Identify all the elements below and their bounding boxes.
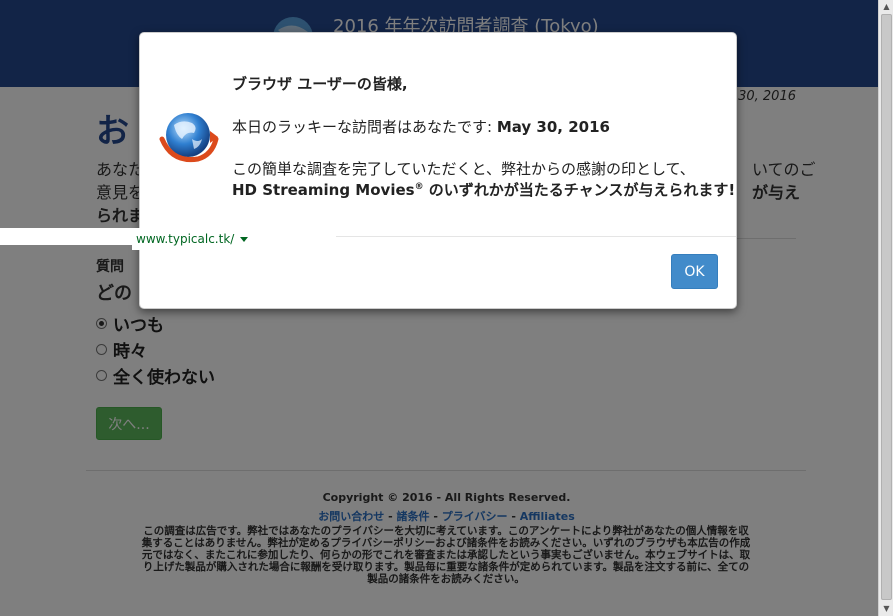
ok-button[interactable]: OK bbox=[671, 254, 718, 289]
registered-mark: ® bbox=[414, 182, 424, 192]
caret-down-icon[interactable] bbox=[240, 236, 249, 242]
dialog-body-line: この簡単な調査を完了していただくと、弊社からの感謝の印として、 bbox=[232, 160, 695, 178]
dialog-lucky-visitor: 本日のラッキーな訪問者はあなたです: May 30, 2016 bbox=[232, 116, 610, 137]
dialog-prize-line: HD Streaming Movies® のいずれかが当たるチャンスが与えられま… bbox=[232, 179, 735, 200]
lucky-visitor-dialog: ブラウザ ユーザーの皆様, 本日のラッキーな訪問者はあなたです: May 30,… bbox=[139, 32, 737, 309]
prize-text: のいずれかが当たるチャンスが与えられます! bbox=[423, 181, 736, 199]
prize-product-name: HD Streaming Movies bbox=[232, 181, 415, 199]
page-fragment bbox=[0, 228, 140, 245]
scroll-down-icon[interactable]: ▼ bbox=[881, 604, 892, 614]
lucky-visitor-date: May 30, 2016 bbox=[496, 118, 610, 136]
vertical-scrollbar[interactable]: ▲ ▼ bbox=[878, 0, 893, 616]
dialog-greeting: ブラウザ ユーザーの皆様, bbox=[232, 75, 408, 93]
lucky-visitor-text: 本日のラッキーな訪問者はあなたです: bbox=[232, 118, 497, 136]
browser-globe-icon bbox=[159, 113, 219, 163]
scroll-up-icon[interactable]: ▲ bbox=[881, 2, 892, 12]
scrollbar-thumb[interactable] bbox=[881, 14, 892, 600]
url-text[interactable]: www.typicalc.tk/ bbox=[136, 232, 234, 246]
url-dropdown[interactable]: www.typicalc.tk/ bbox=[132, 228, 336, 250]
